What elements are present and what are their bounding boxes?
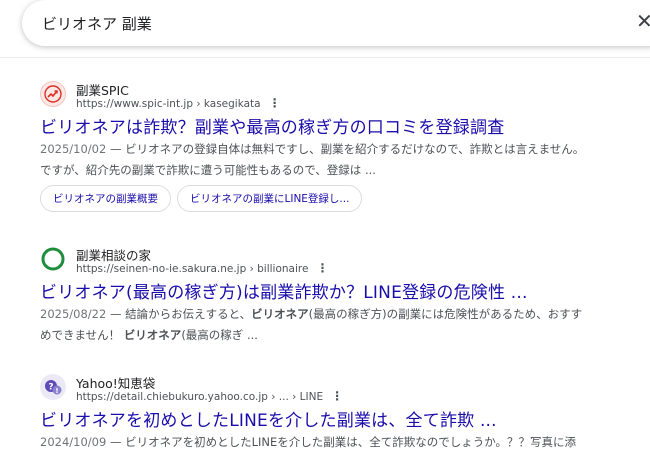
result-date: 2025/10/02 (40, 142, 107, 156)
result-date: 2025/08/22 (40, 307, 107, 321)
more-options-icon[interactable]: ⋮ (269, 96, 281, 110)
chip-line-register[interactable]: ビリオネアの副業にLINE登録し... (177, 185, 363, 212)
snippet-line-1: 2024/10/09 — ビリオネアを初めとしたLINEを介した副業は、全て詐欺… (40, 432, 576, 453)
snippet-line-2: めできません！ ビリオネア(最高の稼ぎ ... (40, 325, 582, 346)
header-divider (0, 57, 650, 58)
svg-text:!: ! (55, 387, 58, 395)
url-text[interactable]: https://seinen-no-ie.sakura.ne.jp › bill… (76, 263, 308, 275)
snippet-keyword: ビリオネア (123, 328, 182, 342)
snippet-text: (最高の稼ぎ ... (181, 328, 258, 342)
result-title-link[interactable]: ビリオネアは詐欺？副業や最高の稼ぎ方の口コミを登録調査 (40, 113, 504, 138)
url-text[interactable]: https://www.spic-int.jp › kasegikata (76, 98, 261, 110)
ring-icon[interactable] (40, 246, 66, 272)
result-title-link[interactable]: ビリオネア(最高の稼ぎ方)は副業詐欺か？LINE登録の危険性 ... (40, 278, 528, 303)
snippet-text: — ビリオネアを初めとしたLINEを介した副業は、全て詐欺なのでしょうか。？？写… (106, 435, 577, 449)
snippet-line-1: 2025/10/02 — ビリオネアの登録自体は無料ですし、副業を紹介するだけな… (40, 139, 584, 160)
url-text[interactable]: https://detail.chiebukuro.yahoo.co.jp › … (76, 391, 323, 403)
result-title-link[interactable]: ビリオネアを初めとしたLINEを介した副業は、全て詐欺 ... (40, 406, 497, 431)
chip-overview[interactable]: ビリオネアの副業概要 (40, 185, 171, 212)
result-snippet: 2025/10/02 — ビリオネアの登録自体は無料ですし、副業を紹介するだけな… (40, 139, 584, 181)
snippet-text: — ビリオネアの登録自体は無料ですし、副業を紹介するだけなので、詐欺とは言えませ… (106, 142, 585, 156)
close-icon[interactable]: ✕ (636, 9, 650, 33)
question-bubble-icon[interactable]: ? ! (40, 374, 66, 400)
search-input[interactable]: ビリオネア 副業 (42, 13, 152, 34)
sitelink-chips: ビリオネアの副業概要 ビリオネアの副業にLINE登録し... (40, 185, 363, 212)
snippet-text: (最高の稼ぎ方)の副業には危険性があるため、おすす (308, 307, 583, 321)
snippet-text: めできません！ (40, 328, 124, 342)
more-options-icon[interactable]: ⋮ (316, 261, 328, 275)
site-url[interactable]: https://seinen-no-ie.sakura.ne.jp › bill… (76, 261, 328, 275)
snippet-line-1: 2025/08/22 — 結論からお伝えすると、ビリオネア(最高の稼ぎ方)の副業… (40, 304, 582, 325)
more-options-icon[interactable]: ⋮ (331, 389, 343, 403)
search-bar[interactable]: ビリオネア 副業 ✕ (22, 0, 650, 46)
result-snippet: 2024/10/09 — ビリオネアを初めとしたLINEを介した副業は、全て詐欺… (40, 432, 576, 453)
trend-up-icon[interactable] (40, 81, 66, 107)
site-url[interactable]: https://detail.chiebukuro.yahoo.co.jp › … (76, 389, 343, 403)
result-date: 2024/10/09 (40, 435, 107, 449)
snippet-text: — 結論からお伝えすると、 (106, 307, 252, 321)
site-url[interactable]: https://www.spic-int.jp › kasegikata ⋮ (76, 96, 281, 110)
snippet-keyword: ビリオネア (251, 307, 309, 321)
snippet-line-2: ですが、紹介先の副業で詐欺に遭う可能性もあるので、登録は ... (40, 163, 376, 177)
result-snippet: 2025/08/22 — 結論からお伝えすると、ビリオネア(最高の稼ぎ方)の副業… (40, 304, 582, 346)
